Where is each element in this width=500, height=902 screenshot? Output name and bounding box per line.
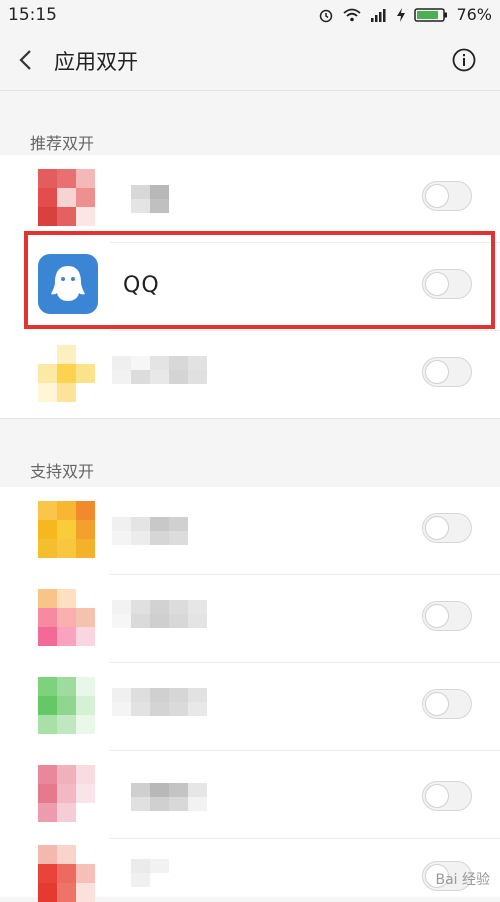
battery-percent: 76%: [456, 5, 492, 24]
toggle-knob: [425, 784, 449, 808]
app-row[interactable]: [0, 751, 500, 839]
toggle-knob: [425, 184, 449, 208]
alarm-icon: [320, 9, 333, 22]
app-row[interactable]: [0, 331, 500, 419]
toggle-knob: [425, 360, 449, 384]
toggle-knob: [425, 692, 449, 716]
app-icon-blurred: [38, 501, 95, 558]
battery-icon: [414, 7, 448, 22]
app-name-blurred: [112, 783, 207, 811]
app-icon-blurred: [38, 345, 95, 402]
signal-icon: [371, 8, 386, 22]
app-name-qq: QQ: [123, 273, 160, 298]
toggle-knob: [425, 516, 449, 540]
app-bar-divider: [0, 90, 500, 91]
app-name-blurred: [112, 688, 207, 716]
dual-app-toggle[interactable]: [422, 513, 472, 543]
app-name-blurred: [112, 859, 207, 887]
app-bar: 应用双开: [0, 30, 500, 90]
charging-icon: [397, 7, 406, 22]
app-row[interactable]: [0, 839, 500, 902]
app-row-qq[interactable]: QQ: [0, 243, 500, 331]
app-row[interactable]: [0, 155, 500, 243]
app-icon-blurred: [38, 765, 95, 822]
app-icon-blurred: [38, 677, 95, 734]
watermark: Bai 经验: [435, 872, 490, 888]
status-time: 15:15: [8, 5, 57, 25]
wifi-icon: [343, 8, 362, 21]
dual-app-toggle[interactable]: [422, 181, 472, 211]
app-icon-blurred: [38, 589, 95, 646]
app-name-blurred: [112, 600, 207, 628]
qq-icon: [38, 254, 98, 314]
penguin-icon: [51, 266, 85, 301]
status-bar: 15:15 76%: [0, 0, 500, 30]
dual-app-toggle[interactable]: [422, 357, 472, 387]
page-title: 应用双开: [54, 50, 138, 74]
dual-app-toggle[interactable]: [422, 781, 472, 811]
info-icon[interactable]: [452, 48, 476, 72]
app-name-blurred: [112, 356, 207, 384]
dual-app-toggle[interactable]: [422, 689, 472, 719]
dual-app-toggle-qq[interactable]: [422, 269, 472, 299]
toggle-knob: [425, 604, 449, 628]
app-icon-blurred: [38, 845, 95, 902]
app-row[interactable]: [0, 663, 500, 751]
app-name-blurred: [112, 185, 207, 213]
toggle-knob: [425, 272, 449, 296]
section-header-recommended: 推荐双开: [30, 134, 95, 153]
app-icon-blurred: [38, 169, 95, 226]
app-name-blurred: [112, 517, 207, 545]
section-header-supported: 支持双开: [30, 462, 95, 481]
section-divider: [0, 418, 500, 419]
dual-app-toggle[interactable]: [422, 601, 472, 631]
app-row[interactable]: [0, 487, 500, 575]
chevron-left-icon[interactable]: [14, 46, 38, 74]
status-icons: 76%: [318, 5, 492, 24]
app-row[interactable]: [0, 575, 500, 663]
